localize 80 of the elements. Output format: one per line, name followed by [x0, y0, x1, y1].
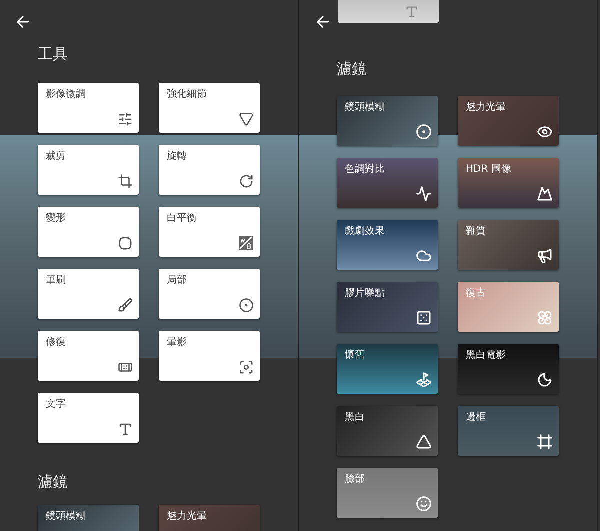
filter-card[interactable]: 鏡頭模糊 [38, 505, 139, 531]
tool-label: 旋轉 [167, 151, 187, 163]
tool-label: 裁剪 [46, 151, 66, 163]
section-heading: 濾鏡 [38, 473, 69, 491]
filter-card[interactable]: 雜質 [458, 220, 559, 270]
filter-card[interactable]: 戲劇效果 [337, 220, 438, 270]
tool-label: 變形 [46, 213, 66, 225]
filter-label: HDR 圖像 [466, 164, 512, 176]
tool-card[interactable]: 局部 [159, 269, 260, 319]
tool-label: 筆刷 [46, 275, 66, 287]
filter-label: 復古 [466, 288, 486, 300]
filter-card[interactable]: 鏡頭模糊 [337, 96, 438, 146]
tool-card[interactable]: 變形 [38, 207, 139, 257]
filter-card[interactable]: 魅力光暈 [458, 96, 559, 146]
vintage-icon [416, 372, 432, 388]
tool-label: 影像微調 [46, 89, 86, 101]
tonal-icon [416, 186, 432, 202]
balance-icon [238, 235, 254, 251]
details-icon [239, 112, 254, 127]
filter-card[interactable]: 黑白電影 [458, 344, 559, 394]
filter-label: 黑白 [345, 412, 365, 424]
tool-card[interactable]: 裁剪 [38, 145, 139, 195]
tool-label: 暈影 [167, 337, 187, 349]
text-icon [118, 422, 133, 437]
filter-card[interactable]: 黑白 [337, 406, 438, 456]
tool-label: 修復 [46, 337, 66, 349]
filter-card[interactable]: 懷舊 [337, 344, 438, 394]
section-heading: 濾鏡 [337, 60, 368, 78]
grain-icon [416, 310, 432, 326]
filter-label: 魅力光暈 [466, 102, 506, 114]
filter-label: 鏡頭模糊 [345, 102, 385, 114]
filter-label: 魅力光暈 [167, 511, 207, 523]
grunge-icon [537, 248, 553, 264]
tool-card[interactable]: 修復 [38, 331, 139, 381]
brush-icon [118, 298, 133, 313]
frames-icon [537, 434, 553, 450]
tune-icon [118, 112, 133, 127]
retro-icon [537, 310, 553, 326]
filter-label: 膠片噪點 [345, 288, 385, 300]
filter-card[interactable]: 魅力光暈 [159, 505, 260, 531]
section-heading: 工具 [38, 45, 69, 63]
back-icon[interactable] [314, 13, 332, 31]
tool-card[interactable]: 文字 [38, 393, 139, 443]
tool-card[interactable]: 暈影 [159, 331, 260, 381]
filter-label: 鏡頭模糊 [46, 511, 86, 523]
filter-label: 邊框 [466, 412, 486, 424]
filter-card[interactable]: 臉部 [337, 468, 438, 518]
lens-icon [416, 124, 432, 140]
tool-card[interactable]: 白平衡 [159, 207, 260, 257]
tool-label: 白平衡 [167, 213, 197, 225]
tool-card[interactable]: 強化細節 [159, 83, 260, 133]
rotate-icon [239, 174, 254, 189]
tool-label: 局部 [167, 275, 187, 287]
text-icon [405, 5, 419, 19]
filter-label: 黑白電影 [466, 350, 506, 362]
face-icon [416, 496, 432, 512]
tool-label: 強化細節 [167, 89, 207, 101]
filter-card[interactable]: 膠片噪點 [337, 282, 438, 332]
back-icon[interactable] [14, 13, 32, 31]
selective-icon [239, 298, 254, 313]
bw-icon [416, 434, 432, 450]
tool-label: 文字 [46, 399, 66, 411]
glow-icon [537, 124, 553, 140]
filter-label: 臉部 [345, 474, 365, 486]
healing-icon [118, 360, 133, 375]
tool-card[interactable]: 旋轉 [159, 145, 260, 195]
filter-card[interactable]: 色調對比 [337, 158, 438, 208]
tool-card[interactable]: 影像微調 [38, 83, 139, 133]
noir-icon [537, 372, 553, 388]
filter-label: 戲劇效果 [345, 226, 385, 238]
vignette-icon [239, 360, 254, 375]
filter-card[interactable]: 邊框 [458, 406, 559, 456]
tool-card[interactable]: 筆刷 [38, 269, 139, 319]
filter-label: 雜質 [466, 226, 486, 238]
filter-label: 色調對比 [345, 164, 385, 176]
filter-card[interactable]: HDR 圖像 [458, 158, 559, 208]
hdr-icon [537, 186, 553, 202]
drama-icon [416, 248, 432, 264]
crop-icon [118, 174, 133, 189]
filter-label: 懷舊 [345, 350, 365, 362]
